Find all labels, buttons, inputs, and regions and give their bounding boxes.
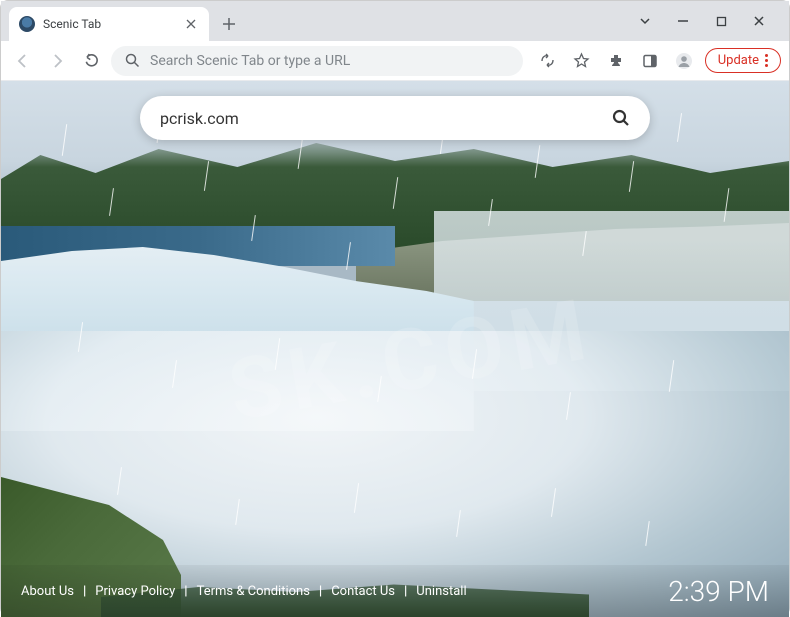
omnibox-placeholder: Search Scenic Tab or type a URL <box>150 53 350 69</box>
search-bar <box>140 96 650 140</box>
reload-button[interactable] <box>77 47 105 75</box>
close-window-button[interactable] <box>747 9 771 33</box>
footer-link-privacy[interactable]: Privacy Policy <box>95 584 175 599</box>
separator: | <box>404 584 407 599</box>
update-button[interactable]: Update <box>705 48 781 73</box>
footer-link-terms[interactable]: Terms & Conditions <box>197 584 310 599</box>
back-button[interactable] <box>9 47 37 75</box>
maximize-button[interactable] <box>709 9 733 33</box>
new-tab-button[interactable] <box>215 10 243 38</box>
bookmark-icon[interactable] <box>569 48 595 74</box>
clock: 2:39 PM <box>668 575 769 608</box>
browser-tab[interactable]: Scenic Tab <box>9 7 209 41</box>
footer-link-uninstall[interactable]: Uninstall <box>416 584 466 599</box>
window-controls <box>633 1 781 41</box>
update-label: Update <box>718 53 759 68</box>
toolbar-actions: Update <box>529 48 781 74</box>
chevron-down-icon[interactable] <box>633 9 657 33</box>
minimize-button[interactable] <box>671 9 695 33</box>
separator: | <box>83 584 86 599</box>
search-input[interactable] <box>160 109 612 128</box>
browser-toolbar: Search Scenic Tab or type a URL Update <box>1 41 789 81</box>
profile-icon[interactable] <box>671 48 697 74</box>
tab-strip: Scenic Tab <box>1 1 243 41</box>
close-icon[interactable] <box>183 16 199 32</box>
search-icon <box>125 53 140 68</box>
page-footer: About Us | Privacy Policy | Terms & Cond… <box>1 565 789 617</box>
forward-button[interactable] <box>43 47 71 75</box>
separator: | <box>184 584 187 599</box>
sidepanel-icon[interactable] <box>637 48 663 74</box>
footer-link-about[interactable]: About Us <box>21 584 74 599</box>
page-content: SK.COM About Us | Privacy Policy | Terms… <box>1 81 789 617</box>
footer-links: About Us | Privacy Policy | Terms & Cond… <box>21 584 467 599</box>
share-icon[interactable] <box>535 48 561 74</box>
search-icon[interactable] <box>612 109 630 127</box>
tab-favicon <box>19 16 35 32</box>
window-titlebar: Scenic Tab <box>1 1 789 41</box>
menu-dots-icon <box>765 54 768 67</box>
address-bar[interactable]: Search Scenic Tab or type a URL <box>111 46 523 76</box>
footer-link-contact[interactable]: Contact Us <box>331 584 395 599</box>
tab-title: Scenic Tab <box>43 17 175 31</box>
extensions-icon[interactable] <box>603 48 629 74</box>
separator: | <box>319 584 322 599</box>
